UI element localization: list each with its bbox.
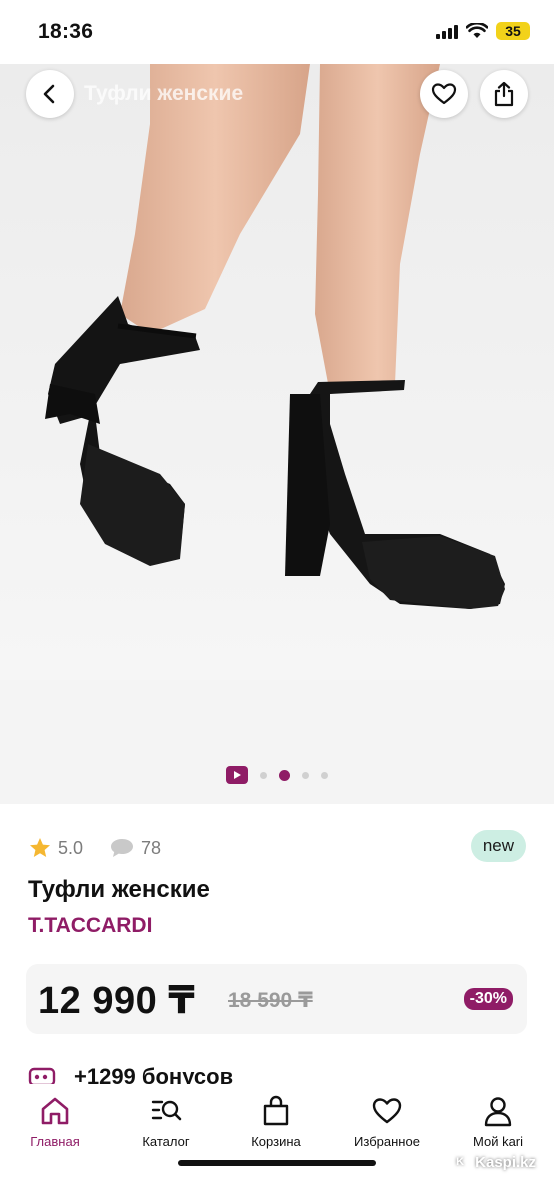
tab-home[interactable]: Главная	[0, 1094, 110, 1149]
old-price: 18 590 ₸	[228, 989, 313, 1012]
tab-cart-label: Корзина	[251, 1134, 301, 1149]
user-icon	[484, 1097, 512, 1127]
pagination-dot[interactable]	[321, 771, 328, 779]
new-badge: new	[470, 830, 526, 862]
pagination-dot[interactable]	[302, 771, 309, 779]
tab-cart[interactable]: Корзина	[221, 1094, 331, 1149]
product-photo	[0, 64, 554, 680]
catalog-search-icon	[151, 1100, 182, 1121]
share-icon	[494, 81, 514, 107]
wifi-icon	[466, 23, 488, 38]
watermark: K Kaspi.kz	[450, 1152, 536, 1172]
home-indicator	[178, 1160, 376, 1166]
status-bar: 18:36 35	[0, 0, 554, 64]
reviews-link[interactable]: 78	[109, 837, 161, 859]
kaspi-logo-icon: K	[450, 1152, 471, 1172]
pagination-dot[interactable]	[260, 771, 267, 779]
status-icons: 35	[436, 22, 530, 40]
shopping-bag-icon	[263, 1095, 289, 1126]
gallery-pagination	[0, 766, 554, 784]
bottom-tab-bar: Главная Каталог Корзина Избранное Мой ka…	[0, 1084, 554, 1200]
heart-icon	[372, 1098, 402, 1124]
home-icon	[41, 1097, 69, 1125]
product-image-gallery[interactable]	[0, 64, 554, 804]
tab-catalog[interactable]: Каталог	[111, 1094, 221, 1149]
header-title: Туфли женские	[84, 82, 244, 105]
battery-icon: 35	[496, 22, 530, 40]
current-price: 12 990 ₸	[38, 980, 196, 1022]
back-button[interactable]	[26, 70, 74, 118]
image-backdrop	[0, 680, 554, 804]
price-box: 12 990 ₸ 18 590 ₸ -30%	[26, 964, 527, 1034]
play-icon	[234, 771, 241, 779]
tab-profile-label: Мой kari	[472, 1134, 524, 1149]
pagination-dot-active[interactable]	[279, 769, 290, 781]
video-slide-indicator[interactable]	[226, 766, 248, 784]
brand-link[interactable]: T.TACCARDI	[28, 914, 152, 938]
tab-catalog-label: Каталог	[142, 1134, 190, 1149]
tab-favorites-label: Избранное	[354, 1134, 420, 1149]
heart-icon	[431, 83, 457, 105]
favorite-button[interactable]	[420, 70, 468, 118]
discount-badge: -30%	[463, 988, 513, 1010]
tab-profile[interactable]: Мой kari	[443, 1094, 553, 1149]
watermark-text: Kaspi.kz	[475, 1153, 536, 1171]
chevron-left-icon	[43, 84, 55, 104]
comment-icon	[111, 839, 134, 857]
reviews-count: 78	[141, 837, 162, 858]
tab-favorites[interactable]: Избранное	[332, 1094, 442, 1149]
star-icon	[30, 838, 50, 857]
share-button[interactable]	[480, 70, 528, 118]
status-time: 18:36	[38, 20, 94, 43]
tab-home-label: Главная	[30, 1134, 80, 1149]
product-title: Туфли женские	[28, 876, 210, 903]
rating-row[interactable]: 5.0 78	[28, 836, 161, 860]
rating-value: 5.0	[58, 837, 84, 858]
signal-icon	[436, 23, 458, 39]
